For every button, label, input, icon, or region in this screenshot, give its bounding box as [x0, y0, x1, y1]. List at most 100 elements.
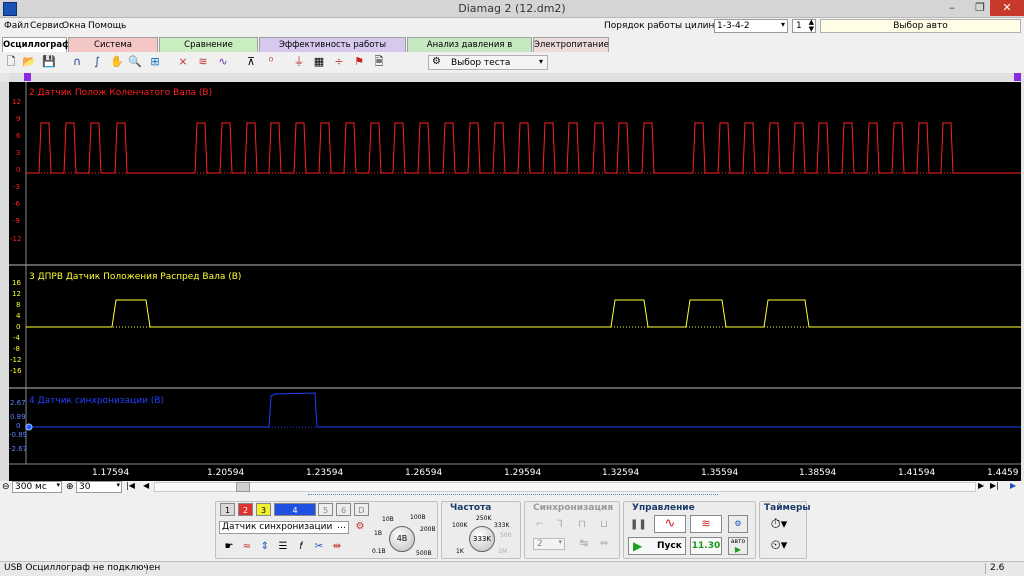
filter-icon[interactable]: ⏚: [292, 55, 306, 69]
flag-icon[interactable]: ⚑: [352, 55, 366, 69]
cylinder-number-stepper[interactable]: 1 ▲ ▼: [792, 19, 816, 33]
channel-button-d[interactable]: D: [354, 503, 369, 516]
tab-cylinder-efficiency[interactable]: Эффективность работы цилиндров: [259, 37, 406, 65]
count-select[interactable]: 30 ▾: [76, 481, 122, 493]
function-icon[interactable]: 𝑓: [294, 540, 308, 554]
hand-icon[interactable]: ✋: [110, 55, 124, 69]
channel-4-title: 4 Датчик синхронизации (В): [29, 396, 164, 406]
sync-rise-icon[interactable]: ⌐: [533, 518, 547, 532]
sensor-select[interactable]: Датчик синхронизации …: [219, 521, 349, 534]
wave-icon[interactable]: ≈: [240, 540, 254, 554]
select-car-button[interactable]: Выбор авто: [820, 19, 1021, 33]
run-button[interactable]: ▶ Пуск: [628, 537, 686, 555]
cursor-b-icon[interactable]: ∫: [90, 55, 104, 69]
cursor-marker-right[interactable]: [1014, 73, 1021, 81]
sync-edge-icon[interactable]: ⊔: [597, 518, 611, 532]
tab-pressure-analysis[interactable]: Анализ давления в цилиндре: [407, 37, 532, 65]
zero-icon[interactable]: ⁰: [264, 55, 278, 69]
plot-canvas[interactable]: 2 Датчик Полож Коленчатого Вала (В) 3 ДП…: [9, 82, 1021, 481]
tab-ignition[interactable]: Система зажигания: [68, 37, 158, 65]
divide-icon[interactable]: ÷: [332, 55, 346, 69]
save-icon[interactable]: 💾: [42, 55, 56, 69]
time-scale-select[interactable]: 300 мс ▾: [12, 481, 62, 493]
zoom-icon[interactable]: 🔍: [128, 55, 142, 69]
tools-icon[interactable]: ✂: [312, 540, 326, 554]
pause-icon[interactable]: ❚❚: [630, 518, 647, 534]
sensor-settings-icon[interactable]: ⚙: [353, 520, 367, 534]
minimize-button[interactable]: –: [938, 0, 966, 16]
frequency-title: Частота: [450, 503, 492, 513]
x-tick: 1.23594: [306, 468, 344, 478]
lines-icon[interactable]: ☰: [276, 540, 290, 554]
open-folder-icon[interactable]: 📂: [22, 55, 36, 69]
frequency-knob[interactable]: 333K: [469, 526, 495, 552]
last-page-icon[interactable]: ▶|: [990, 481, 999, 490]
menu-help[interactable]: Помощь: [88, 21, 126, 31]
chevron-down-icon: ▾: [56, 481, 60, 489]
signal-icon[interactable]: ∿: [216, 55, 230, 69]
axis-icon[interactable]: ⨯: [176, 55, 190, 69]
sync-channel-select[interactable]: 2 ▾: [533, 538, 565, 550]
wave-compare-icon[interactable]: ≋: [196, 55, 210, 69]
new-file-icon[interactable]: 🗋: [4, 55, 18, 69]
close-button[interactable]: ✕: [990, 0, 1024, 16]
cylinder-order-select[interactable]: 1-3-4-2 ▾: [714, 19, 788, 33]
channel-button-1[interactable]: 1: [220, 503, 235, 516]
timer-clock-icon[interactable]: ⏲▾: [765, 539, 793, 555]
ch3-waveform: [26, 299, 1021, 328]
report-icon[interactable]: 🗎: [372, 55, 386, 69]
single-wave-button[interactable]: ∿: [654, 515, 686, 533]
cursor-marker-left[interactable]: [24, 73, 31, 81]
frequency-knob-value: 333K: [473, 535, 491, 543]
invert-icon[interactable]: ⇕: [258, 540, 272, 554]
channel-button-4[interactable]: 4: [274, 503, 316, 516]
channel-button-2[interactable]: 2: [238, 503, 253, 516]
auto-settings-button[interactable]: ⚙: [728, 515, 748, 533]
first-page-icon[interactable]: |◀: [126, 481, 135, 490]
volt-label: 1B: [374, 530, 382, 537]
table-icon[interactable]: ▦: [312, 55, 326, 69]
channel-3-title: 3 ДПРВ Датчик Положения Распред Вала (В): [29, 272, 242, 282]
panel-splitter[interactable]: [308, 494, 718, 499]
sync-shift-icon[interactable]: ⇔: [597, 537, 611, 551]
channel-button-3[interactable]: 3: [256, 503, 271, 516]
chevron-down-icon: ▾: [538, 57, 543, 66]
x-tick: 1.26594: [405, 468, 443, 478]
zoom-out-icon[interactable]: ⊖: [2, 482, 10, 492]
volt-knob-value: 4B: [396, 534, 408, 543]
frequency-group: Частота 333K 250K 100K 333K 500 1K 1M: [441, 501, 521, 559]
play-icon[interactable]: ▶: [1010, 481, 1016, 490]
scroll-thumb[interactable]: [236, 482, 250, 492]
tab-cylinder-compare[interactable]: Сравнение цилиндров: [159, 37, 258, 65]
status-text: USB Осциллограф не подключен: [4, 563, 161, 573]
menu-service[interactable]: Сервис: [30, 21, 64, 31]
zoom-in-icon[interactable]: ⊕: [66, 482, 74, 492]
menu-windows[interactable]: Окна: [62, 21, 86, 31]
auto-scale-icon[interactable]: ⊼: [244, 55, 258, 69]
channel-button-6[interactable]: 6: [336, 503, 351, 516]
next-icon[interactable]: ▶: [978, 481, 984, 490]
offset-icon[interactable]: ⇹: [330, 540, 344, 554]
tab-oscilloscope[interactable]: Осциллограф: [2, 37, 71, 52]
tab-bar: Осциллограф Система зажигания Сравнение …: [0, 36, 1024, 65]
prev-icon[interactable]: ◀: [143, 481, 149, 490]
zoom-range-icon[interactable]: ⊞: [148, 55, 162, 69]
sync-level-icon[interactable]: ↹: [577, 537, 591, 551]
sync-fall-icon[interactable]: ⅂: [553, 518, 567, 532]
channel-button-5[interactable]: 5: [318, 503, 333, 516]
run-button-label: Пуск: [657, 541, 682, 551]
timer-chart-icon[interactable]: ⏱▾: [765, 518, 793, 534]
probe-icon[interactable]: ☛: [222, 540, 236, 554]
volt-knob[interactable]: 4B: [389, 526, 415, 552]
auto-run-button[interactable]: авто ▶: [728, 537, 748, 555]
menu-file[interactable]: Файл: [4, 21, 29, 31]
sync-pulse-icon[interactable]: ⊓: [575, 518, 589, 532]
horizontal-scrollbar[interactable]: [154, 482, 976, 492]
time-display-value: 11.30: [691, 541, 721, 551]
tab-power-supply[interactable]: Электропитание: [533, 37, 609, 52]
multi-wave-button[interactable]: ≋: [690, 515, 722, 533]
play-icon: ▶: [633, 539, 643, 553]
freq-label: 1M: [498, 548, 507, 555]
test-select[interactable]: ⚙ Выбор теста ▾: [428, 55, 548, 70]
cursor-a-icon[interactable]: ∩: [70, 55, 84, 69]
